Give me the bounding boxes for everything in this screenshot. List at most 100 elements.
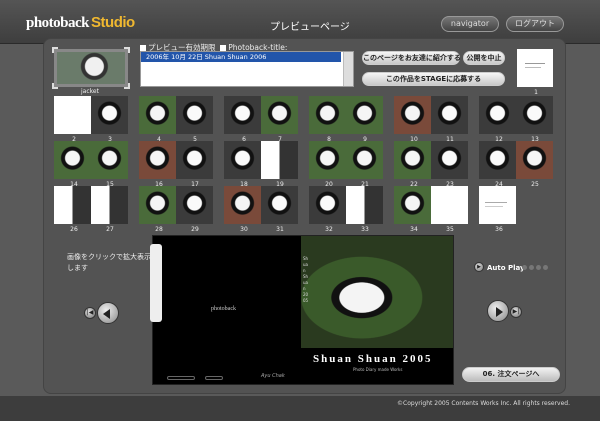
page-image xyxy=(479,96,516,134)
spread-thumbnail-18-19[interactable] xyxy=(224,141,298,179)
spread-thumbnail-22-23[interactable] xyxy=(394,141,468,179)
page-image xyxy=(176,186,213,224)
spread-thumbnail-20-21[interactable] xyxy=(309,141,383,179)
page-image xyxy=(394,186,431,224)
spread-thumbnail-6-7[interactable] xyxy=(224,96,298,134)
spread-thumbnail-12-13[interactable] xyxy=(479,96,553,134)
stage-apply-button[interactable]: この作品をSTAGEに応募する xyxy=(362,72,505,86)
crop-corner-icon xyxy=(52,47,58,53)
page-number: 27 xyxy=(106,226,114,233)
panda-photo xyxy=(301,236,453,348)
spread-logo: photoback xyxy=(211,306,236,312)
page-number: 26 xyxy=(70,226,78,233)
page-image xyxy=(431,141,468,179)
page-image xyxy=(309,141,346,179)
page-tab[interactable] xyxy=(150,244,162,322)
page-image xyxy=(346,96,383,134)
spread-thumbnail-8-9[interactable] xyxy=(309,96,383,134)
page-image xyxy=(139,186,176,224)
spread-thumbnail-2-3[interactable] xyxy=(54,96,128,134)
autoplay-speed-dot[interactable] xyxy=(543,265,548,270)
first-page-button[interactable]: |◀ xyxy=(84,307,96,319)
page-image xyxy=(394,141,431,179)
page-image xyxy=(54,141,91,179)
next-page-button[interactable] xyxy=(487,300,509,322)
page-text-line xyxy=(525,67,541,68)
page-thumbnail-36[interactable] xyxy=(479,186,516,224)
arrow-left-icon xyxy=(103,309,110,319)
page-title: プレビューページ xyxy=(270,22,350,33)
autoplay-speed-dot[interactable] xyxy=(529,265,534,270)
spread-subtitle: Photo Diary made Works xyxy=(353,367,403,372)
crop-corner-icon xyxy=(124,47,130,53)
page-number: 1 xyxy=(534,89,538,96)
page-image xyxy=(224,141,261,179)
page-text-line xyxy=(525,63,545,64)
autoplay-speed-dot[interactable] xyxy=(522,265,527,270)
page-image xyxy=(91,141,128,179)
order-page-button[interactable]: 06. 注文ページへ xyxy=(462,367,560,382)
page-number: 29 xyxy=(191,226,199,233)
page-number: 31 xyxy=(276,226,284,233)
page-image xyxy=(139,141,176,179)
page-image xyxy=(91,96,128,134)
spread-thumbnail-14-15[interactable] xyxy=(54,141,128,179)
crop-corner-icon xyxy=(124,83,130,89)
spread-thumbnail-34-35[interactable] xyxy=(394,186,468,224)
page-image xyxy=(54,96,91,134)
page-image xyxy=(139,96,176,134)
jacket-image xyxy=(57,52,125,84)
scrollbar[interactable] xyxy=(343,52,353,86)
page-number: 32 xyxy=(325,226,333,233)
logo-photoback-text: photoback xyxy=(26,15,90,31)
title-textarea[interactable]: 2006年 10月 22日 Shuan Shuan 2006 xyxy=(140,51,354,87)
spread-thumbnail-24-25[interactable] xyxy=(479,141,553,179)
spread-thumbnail-32-33[interactable] xyxy=(309,186,383,224)
page-image xyxy=(224,96,261,134)
autoplay-play-icon[interactable]: ▶ xyxy=(474,262,484,272)
page-image xyxy=(479,141,516,179)
logout-button[interactable]: ログアウト xyxy=(506,16,564,32)
spread-thumbnail-16-17[interactable] xyxy=(139,141,213,179)
page-number: 35 xyxy=(446,226,454,233)
page-image xyxy=(91,186,128,224)
page-number: 30 xyxy=(240,226,248,233)
page-image xyxy=(394,96,431,134)
autoplay-label[interactable]: Auto Play xyxy=(487,264,525,272)
spread-thumbnail-26-27[interactable] xyxy=(54,186,128,224)
footer: ©Copyright 2005 Contents Works Inc. All … xyxy=(0,396,600,421)
page-image xyxy=(431,186,468,224)
spread-thumbnail-4-5[interactable] xyxy=(139,96,213,134)
spread-thumbnail-28-29[interactable] xyxy=(139,186,213,224)
jacket-label: jacket xyxy=(81,88,99,95)
page-image xyxy=(309,186,346,224)
app-logo[interactable]: photoback Studio xyxy=(26,14,135,32)
navigator-button[interactable]: navigator xyxy=(441,16,499,32)
stop-public-button[interactable]: 公開を中止 xyxy=(463,51,505,65)
introduce-friend-button[interactable]: このページをお友達に紹介する xyxy=(362,51,461,65)
page-image xyxy=(516,96,553,134)
spread-thumbnail-10-11[interactable] xyxy=(394,96,468,134)
autoplay-speed-dot[interactable] xyxy=(536,265,541,270)
page-image xyxy=(261,186,298,224)
page-number: 36 xyxy=(495,226,503,233)
arrow-right-icon xyxy=(496,307,503,317)
page-thumbnail-1[interactable] xyxy=(517,49,553,87)
page-image xyxy=(261,96,298,134)
vertical-title: Shuan Shuan 2005 xyxy=(303,256,309,303)
signature: Ayu Chak xyxy=(261,373,285,379)
jacket-thumbnail[interactable] xyxy=(52,47,130,89)
crop-corner-icon xyxy=(52,83,58,89)
page-number: 33 xyxy=(361,226,369,233)
prev-page-button[interactable] xyxy=(97,302,119,324)
spread-thumbnail-30-31[interactable] xyxy=(224,186,298,224)
page-image xyxy=(346,141,383,179)
decor-bar xyxy=(205,376,223,380)
page-image xyxy=(431,96,468,134)
page-image xyxy=(346,186,383,224)
last-page-button[interactable]: ▶| xyxy=(510,306,522,318)
page-image xyxy=(54,186,91,224)
page-image xyxy=(176,141,213,179)
spread-preview[interactable]: photoback Ayu Chak Shuan Shuan 2005 Shua… xyxy=(150,235,454,385)
spread-title: Shuan Shuan 2005 xyxy=(313,353,433,365)
